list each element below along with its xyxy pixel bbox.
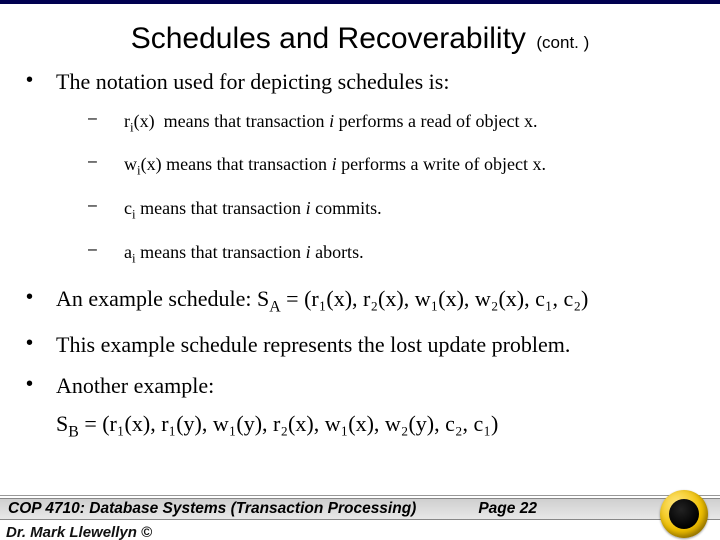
slide-title: Schedules and Recoverability (131, 22, 526, 55)
sym-base: c (124, 198, 132, 218)
sym-arg: (x) (141, 154, 162, 174)
verb: means that transaction (140, 242, 301, 262)
bullet-another: • Another example: (26, 372, 694, 400)
obj: commits. (315, 198, 382, 218)
notation-write: – wi(x) means that transaction i perform… (88, 153, 694, 179)
dash-marker: – (88, 197, 124, 215)
i-var: i (332, 154, 337, 174)
bullet-intro: • The notation used for depicting schedu… (26, 68, 694, 96)
notation-abort: – ai means that transaction i aborts. (88, 241, 694, 267)
logo-inner (669, 499, 699, 529)
bullet-example-a: • An example schedule: SA = (r₁(x), r₂(x… (26, 285, 694, 317)
slide-title-cont: (cont. ) (536, 33, 589, 52)
bullet-marker: • (26, 68, 56, 92)
obj: aborts. (315, 242, 364, 262)
sym-base: a (124, 242, 132, 262)
footer-author: Dr. Mark Llewellyn © (6, 525, 152, 540)
intro-text: The notation used for depicting schedule… (56, 68, 694, 96)
sym-arg: (x) (134, 111, 155, 131)
notation-read: – ri(x) means that transaction i perform… (88, 110, 694, 136)
ex-body: = (r₁(x), r₂(x), w₁(x), w₂(x), c₁, c₂) (281, 286, 589, 311)
ex2-sub: B (68, 423, 79, 440)
ucf-logo (660, 490, 708, 538)
dash-marker: – (88, 241, 124, 259)
obj: performs a read of object x. (339, 111, 538, 131)
footer: COP 4710: Database Systems (Transaction … (0, 492, 720, 540)
verb: means that transaction (164, 111, 325, 131)
i-var: i (306, 198, 311, 218)
dash-marker: – (88, 110, 124, 128)
footer-page: Page 22 (478, 500, 537, 518)
notation-abort-text: ai means that transaction i aborts. (124, 241, 694, 267)
bullet-marker: • (26, 285, 56, 309)
footer-bar: COP 4710: Database Systems (Transaction … (0, 498, 720, 520)
notation-commit-text: ci means that transaction i commits. (124, 197, 694, 223)
dash-marker: – (88, 153, 124, 171)
ex-lead: An example schedule: S (56, 286, 269, 311)
notation-read-text: ri(x) means that transaction i performs … (124, 110, 694, 136)
verb: means that transaction (166, 154, 327, 174)
i-var: i (329, 111, 334, 131)
slide: Schedules and Recoverability (cont. ) • … (0, 0, 720, 540)
sym-base: w (124, 154, 137, 174)
content-area: • The notation used for depicting schedu… (0, 62, 720, 442)
sym-sub: i (132, 250, 136, 265)
example-b-row: SB = (r₁(x), r₁(y), w₁(y), r₂(x), w₁(x),… (56, 410, 694, 442)
bullet-lost-update: • This example schedule represents the l… (26, 331, 694, 359)
notation-commit: – ci means that transaction i commits. (88, 197, 694, 223)
notation-list: – ri(x) means that transaction i perform… (88, 110, 694, 267)
bullet-marker: • (26, 331, 56, 355)
ex2-body: = (r₁(x), r₁(y), w₁(y), r₂(x), w₁(x), w₂… (79, 411, 499, 436)
ex2-lead: S (56, 411, 68, 436)
notation-write-text: wi(x) means that transaction i performs … (124, 153, 694, 179)
another-text: Another example: (56, 372, 694, 400)
bullet-marker: • (26, 372, 56, 396)
verb: means that transaction (140, 198, 301, 218)
title-row: Schedules and Recoverability (cont. ) (0, 4, 720, 62)
logo-circle (660, 490, 708, 538)
example-a-text: An example schedule: SA = (r₁(x), r₂(x),… (56, 285, 694, 317)
example-b-text: SB = (r₁(x), r₁(y), w₁(y), r₂(x), w₁(x),… (56, 410, 694, 442)
ex-sub: A (269, 298, 280, 315)
i-var: i (306, 242, 311, 262)
sym-sub: i (132, 207, 136, 222)
obj: performs a write of object x. (341, 154, 546, 174)
lost-update-text: This example schedule represents the los… (56, 331, 694, 359)
footer-course: COP 4710: Database Systems (Transaction … (0, 500, 416, 518)
